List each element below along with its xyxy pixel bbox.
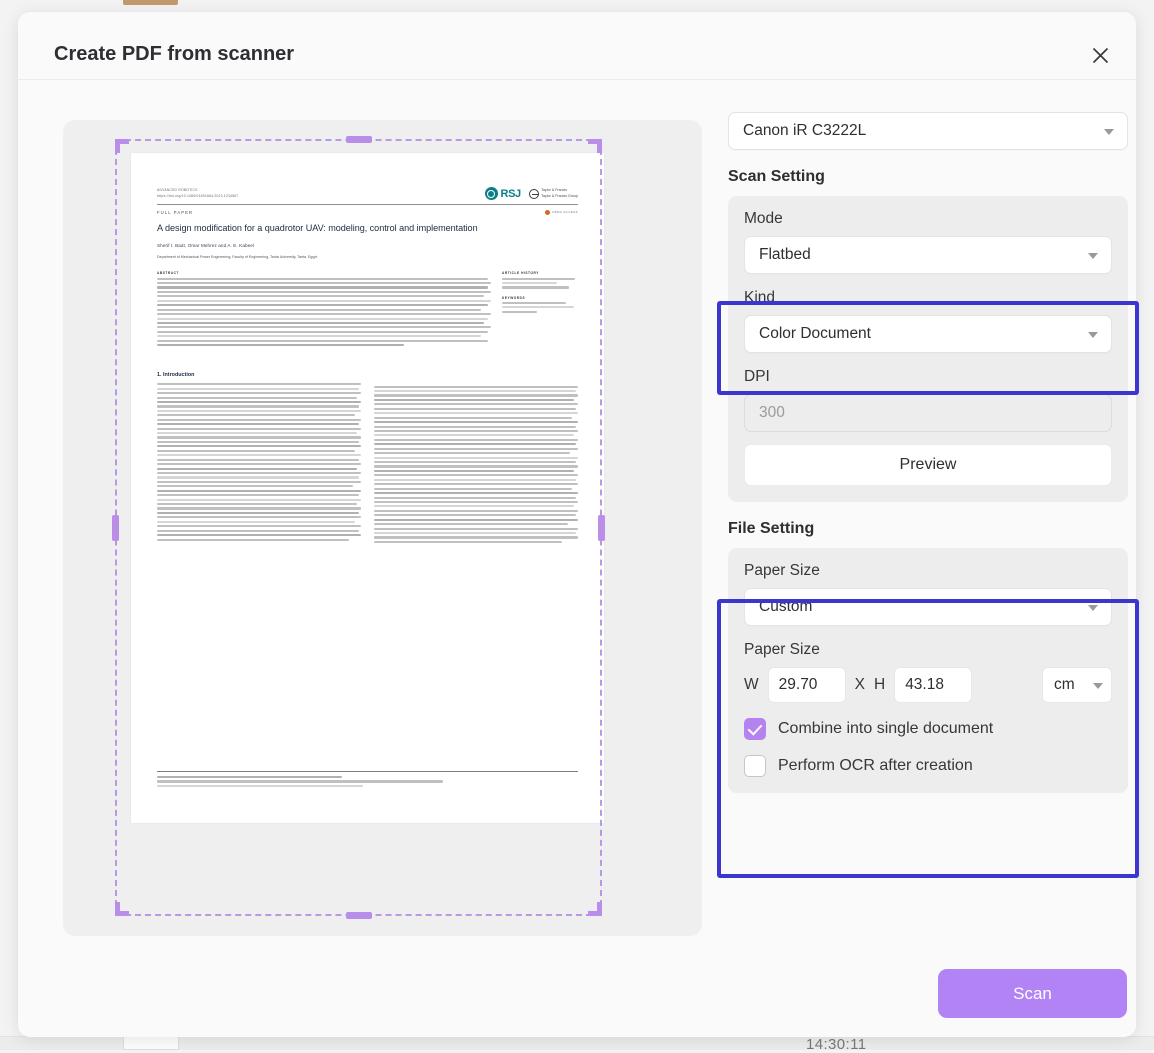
mode-label: Mode (744, 210, 1112, 228)
crop-handle-top-right[interactable] (597, 139, 602, 153)
body-column-right (374, 372, 578, 543)
header-divider (157, 204, 578, 205)
mode-value: Flatbed (759, 246, 811, 264)
unit-select[interactable]: cm (1042, 667, 1112, 703)
scanner-device-value: Canon iR C3222L (743, 122, 866, 140)
open-access-icon (545, 210, 550, 215)
body-column-left: 1. Introduction (157, 372, 361, 543)
kind-value: Color Document (759, 325, 871, 343)
preview-button[interactable]: Preview (744, 444, 1112, 486)
close-icon[interactable] (1086, 41, 1114, 69)
ocr-label: Perform OCR after creation (778, 757, 973, 775)
article-history-block: ARTICLE HISTORY KEYWORDS (502, 271, 578, 346)
dpi-input[interactable] (744, 394, 1112, 432)
perform-ocr-row[interactable]: Perform OCR after creation (744, 755, 1112, 777)
paper-size-preset-label: Paper Size (744, 562, 1112, 580)
document-affiliation: Department of Mechanical Power Engineeri… (157, 255, 578, 259)
document-title: A design modification for a quadrotor UA… (157, 222, 578, 235)
crop-handle-middle-bottom[interactable] (346, 912, 372, 919)
times-label: X (855, 676, 865, 694)
chevron-down-icon (1104, 129, 1114, 135)
crop-handle-top-left[interactable] (115, 139, 129, 144)
document-header: ADVANCED ROBOTICS https://doi.org/10.108… (157, 187, 578, 200)
kind-select[interactable]: Color Document (744, 315, 1112, 353)
file-setting-heading: File Setting (728, 520, 1128, 538)
chevron-down-icon (1093, 683, 1103, 689)
scan-setting-heading: Scan Setting (728, 168, 1128, 186)
body-columns: 1. Introduction (157, 372, 578, 543)
crop-handle-top-right[interactable] (588, 139, 602, 144)
file-setting-card: Paper Size Custom Paper Size W X H cm Co… (728, 548, 1128, 793)
scan-settings-pane: Canon iR C3222L Scan Setting Mode Flatbe… (728, 112, 1128, 793)
create-pdf-from-scanner-dialog: Create PDF from scanner ADVANCED ROBOTIC… (18, 12, 1136, 1037)
paper-dimensions-row: W X H cm (744, 667, 1112, 703)
width-input[interactable] (768, 667, 846, 703)
publisher-logos: RSJ Taylor & Francis Taylor & Francis Gr… (485, 187, 578, 200)
height-label: H (874, 676, 885, 694)
scanner-device-select[interactable]: Canon iR C3222L (728, 112, 1128, 150)
paper-type-row: FULL PAPER OPEN ACCESS (157, 210, 578, 215)
rsj-logo-icon: RSJ (485, 187, 521, 200)
chevron-down-icon (1088, 605, 1098, 611)
scanned-page: ADVANCED ROBOTICS https://doi.org/10.108… (131, 153, 604, 823)
crop-handle-middle-left[interactable] (112, 515, 119, 541)
background-tab-stub (123, 0, 178, 5)
crop-handle-bottom-right[interactable] (597, 902, 602, 916)
crop-handle-bottom-left[interactable] (115, 911, 129, 916)
scanned-document-content: ADVANCED ROBOTICS https://doi.org/10.108… (131, 153, 604, 823)
abstract-block: ABSTRACT ARTICLE HISTORY (157, 271, 578, 346)
crop-handle-middle-top[interactable] (346, 136, 372, 143)
combine-label: Combine into single document (778, 720, 993, 738)
document-authors: Sherif I. Badr, Omar Mehrez and A. E. Ka… (157, 243, 578, 248)
dpi-label: DPI (744, 368, 1112, 386)
crop-handle-top-left[interactable] (115, 139, 120, 153)
scan-button[interactable]: Scan (938, 969, 1127, 1018)
mode-select[interactable]: Flatbed (744, 236, 1112, 274)
paper-size-custom-label: Paper Size (744, 641, 1112, 659)
kind-label: Kind (744, 289, 1112, 307)
crop-handle-bottom-right[interactable] (588, 911, 602, 916)
chevron-down-icon (1088, 253, 1098, 259)
page-title: Create PDF from scanner (54, 43, 294, 66)
combine-into-single-document-row[interactable]: Combine into single document (744, 718, 1112, 740)
width-label: W (744, 676, 759, 694)
taylor-francis-logo-icon: Taylor & Francis Taylor & Francis Group (529, 188, 578, 199)
height-input[interactable] (894, 667, 972, 703)
combine-checkbox[interactable] (744, 718, 766, 740)
chevron-down-icon (1088, 332, 1098, 338)
scan-setting-card: Mode Flatbed Kind Color Document DPI Pre… (728, 196, 1128, 502)
unit-value: cm (1054, 676, 1075, 694)
crop-handle-bottom-left[interactable] (115, 902, 120, 916)
abstract-text: ABSTRACT (157, 271, 491, 346)
journal-meta: ADVANCED ROBOTICS https://doi.org/10.108… (157, 187, 238, 200)
paper-size-preset-value: Custom (759, 598, 812, 616)
status-bar-clock: 14:30:11 (806, 1036, 866, 1053)
scan-preview-pane[interactable]: ADVANCED ROBOTICS https://doi.org/10.108… (63, 120, 702, 936)
document-footer (157, 771, 578, 787)
dialog-header: Create PDF from scanner (18, 12, 1136, 80)
open-access-badge: OPEN ACCESS (545, 210, 578, 215)
ocr-checkbox[interactable] (744, 755, 766, 777)
paper-size-preset-select[interactable]: Custom (744, 588, 1112, 626)
